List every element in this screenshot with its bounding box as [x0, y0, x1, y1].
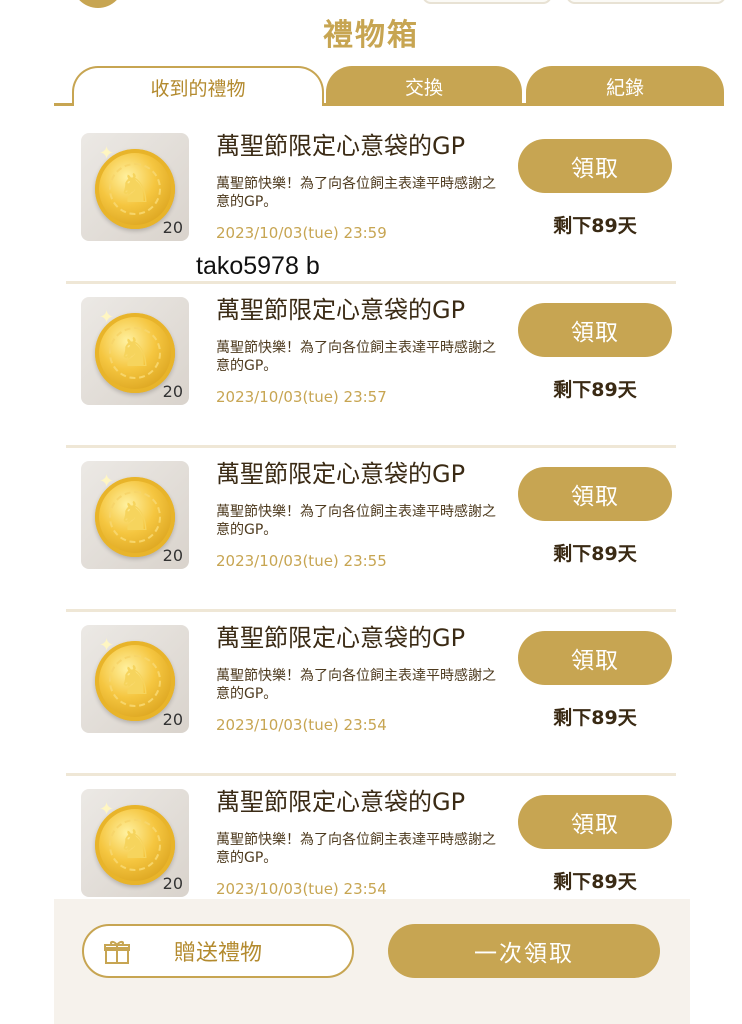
claim-button[interactable]: 領取 [518, 139, 672, 193]
gift-quantity: 20 [162, 382, 183, 401]
gift-quantity: 20 [162, 218, 183, 237]
tab-history[interactable]: 紀錄 [526, 66, 724, 106]
gift-quantity: 20 [162, 546, 183, 565]
gift-box-page: 禮物箱 收到的禮物 交換 紀錄 ♞ ✦ 20 萬聖節限定心意袋的GP 萬聖節快樂… [0, 0, 742, 1024]
gift-description: 萬聖節快樂！為了向各位飼主表達平時感謝之意的GP。 [216, 176, 496, 210]
claim-button[interactable]: 領取 [518, 795, 672, 849]
watermark-text: tako5978 b [196, 252, 320, 280]
gift-date: 2023/10/03(tue) 23:54 [216, 880, 387, 898]
gift-date: 2023/10/03(tue) 23:55 [216, 552, 387, 570]
remaining-days: 剩下89天 [553, 543, 637, 565]
gift-date: 2023/10/03(tue) 23:54 [216, 716, 387, 734]
gift-thumbnail: ♞ ✦ 20 [81, 789, 189, 897]
gift-item: ♞ ✦ 20 萬聖節限定心意袋的GP 萬聖節快樂！為了向各位飼主表達平時感謝之意… [66, 448, 676, 612]
gift-title: 萬聖節限定心意袋的GP [216, 132, 466, 160]
gift-date: 2023/10/03(tue) 23:59 [216, 224, 387, 242]
remaining-days: 剩下89天 [553, 379, 637, 401]
bottom-action-bar: 贈送禮物 一次領取 [54, 899, 690, 1024]
tab-bar: 收到的禮物 交換 紀錄 [54, 66, 724, 106]
top-pill [566, 0, 726, 4]
gift-icon [104, 941, 130, 964]
claim-all-button[interactable]: 一次領取 [388, 924, 660, 978]
gift-quantity: 20 [162, 874, 183, 893]
gift-title: 萬聖節限定心意袋的GP [216, 296, 466, 324]
gift-title: 萬聖節限定心意袋的GP [216, 624, 466, 652]
gift-item: ♞ ✦ 20 萬聖節限定心意袋的GP 萬聖節快樂！為了向各位飼主表達平時感謝之意… [66, 284, 676, 448]
gift-thumbnail: ♞ ✦ 20 [81, 297, 189, 405]
top-pill [422, 0, 552, 4]
tab-exchange[interactable]: 交換 [326, 66, 522, 106]
claim-button[interactable]: 領取 [518, 467, 672, 521]
page-title: 禮物箱 [323, 18, 419, 53]
remaining-days: 剩下89天 [553, 215, 637, 237]
gift-title: 萬聖節限定心意袋的GP [216, 788, 466, 816]
tab-received-gifts[interactable]: 收到的禮物 [72, 66, 324, 106]
gift-item: ♞ ✦ 20 萬聖節限定心意袋的GP 萬聖節快樂！為了向各位飼主表達平時感謝之意… [66, 120, 676, 284]
gift-description: 萬聖節快樂！為了向各位飼主表達平時感謝之意的GP。 [216, 504, 496, 538]
gift-title: 萬聖節限定心意袋的GP [216, 460, 466, 488]
claim-button[interactable]: 領取 [518, 303, 672, 357]
send-gift-label: 贈送禮物 [173, 941, 262, 966]
gift-thumbnail: ♞ ✦ 20 [81, 461, 189, 569]
gift-item: ♞ ✦ 20 萬聖節限定心意袋的GP 萬聖節快樂！為了向各位飼主表達平時感謝之意… [66, 612, 676, 776]
gift-description: 萬聖節快樂！為了向各位飼主表達平時感謝之意的GP。 [216, 340, 496, 374]
gift-thumbnail: ♞ ✦ 20 [81, 625, 189, 733]
gift-description: 萬聖節快樂！為了向各位飼主表達平時感謝之意的GP。 [216, 668, 496, 702]
gift-date: 2023/10/03(tue) 23:57 [216, 388, 387, 406]
remaining-days: 剩下89天 [553, 707, 637, 729]
claim-button[interactable]: 領取 [518, 631, 672, 685]
gift-quantity: 20 [162, 710, 183, 729]
gift-list: ♞ ✦ 20 萬聖節限定心意袋的GP 萬聖節快樂！為了向各位飼主表達平時感謝之意… [66, 120, 676, 940]
avatar-fragment [72, 0, 124, 8]
remaining-days: 剩下89天 [553, 871, 637, 893]
gift-description: 萬聖節快樂！為了向各位飼主表達平時感謝之意的GP。 [216, 832, 496, 866]
send-gift-button[interactable]: 贈送禮物 [82, 924, 354, 978]
gift-thumbnail: ♞ ✦ 20 [81, 133, 189, 241]
